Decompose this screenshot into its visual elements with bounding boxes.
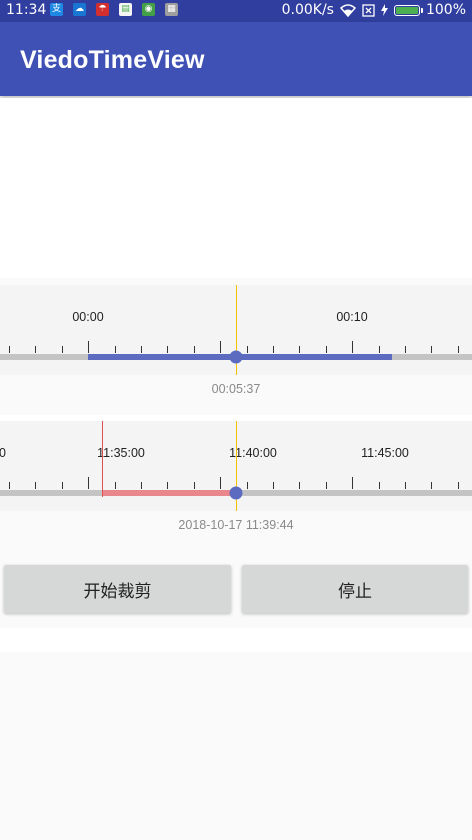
tick-mark	[431, 346, 433, 353]
charging-icon	[380, 4, 388, 16]
battery-icon	[393, 4, 423, 16]
tick-mark	[220, 477, 222, 489]
tick-mark	[193, 482, 195, 489]
tick-mark	[9, 482, 10, 489]
tick-mark	[273, 482, 274, 489]
tick-mark	[9, 346, 10, 353]
tick-mark	[457, 482, 459, 489]
tick-mark	[61, 482, 63, 489]
tick-mark	[405, 346, 406, 353]
preview-area	[0, 98, 472, 278]
battery-percent: 100%	[425, 2, 466, 18]
calendar-icon: ▦	[165, 3, 178, 16]
tick-mark	[246, 346, 248, 353]
tick-mark	[299, 482, 301, 489]
tick-mark	[457, 346, 459, 353]
notification-icons: 支 ☁ ☂ ▤ ◉ ▦	[50, 3, 178, 16]
tick-mark	[220, 341, 222, 353]
tick-label: 11:45:00	[361, 446, 409, 460]
wifi-icon	[339, 3, 356, 17]
tick-label: 00:10	[336, 310, 368, 324]
tick-label: 00	[0, 446, 6, 460]
status-bar: 11:34 支 ☁ ☂ ▤ ◉ ▦ 0.00K/s 100%	[0, 0, 472, 22]
umbrella-icon: ☂	[96, 3, 109, 16]
tick-mark	[378, 482, 380, 489]
tick-mark	[325, 482, 327, 489]
tick-mark	[325, 346, 327, 353]
tick-mark	[88, 477, 90, 489]
tick-mark	[114, 482, 116, 489]
video-time-ruler[interactable]: 00:00 00:10 00:05:37	[0, 285, 472, 415]
app-bar: ViedoTimeView	[0, 22, 472, 96]
tick-mark	[167, 482, 169, 489]
alipay-icon: 支	[50, 3, 63, 16]
tick-label: 11:35:00	[97, 446, 145, 460]
selected-range-bar	[102, 490, 236, 496]
tick-mark	[61, 346, 63, 353]
tick-mark	[299, 346, 301, 353]
playhead-thumb[interactable]	[229, 486, 243, 500]
tick-mark	[167, 346, 169, 353]
document-icon: ▤	[119, 3, 132, 16]
app-title: ViedoTimeView	[20, 46, 205, 74]
tick-mark	[35, 482, 37, 489]
tick-mark	[193, 346, 195, 353]
current-datetime-readout: 2018-10-17 11:39:44	[178, 518, 294, 532]
tick-mark	[35, 346, 37, 353]
tick-mark	[378, 346, 380, 353]
tick-mark	[352, 341, 354, 353]
clock-time-ruler[interactable]: 00 11:35:00 11:40:00 11:45:00 2018-10-17…	[0, 421, 472, 551]
start-crop-button[interactable]: 开始裁剪	[4, 565, 231, 613]
tick-mark	[114, 346, 116, 353]
current-time-readout: 00:05:37	[211, 382, 261, 396]
tick-mark	[273, 346, 274, 353]
tick-mark	[352, 477, 354, 489]
status-right: 0.00K/s 100%	[282, 2, 466, 18]
tick-mark	[141, 346, 142, 353]
playhead-thumb[interactable]	[229, 350, 243, 364]
tick-mark	[405, 482, 406, 489]
status-time: 11:34	[6, 2, 47, 18]
net-speed: 0.00K/s	[281, 2, 334, 18]
tick-mark	[141, 482, 142, 489]
android-icon: ◉	[142, 3, 155, 16]
cloud-icon: ☁	[73, 3, 86, 16]
tick-mark	[431, 482, 433, 489]
tick-label: 00:00	[72, 310, 104, 324]
tick-mark	[246, 482, 248, 489]
stop-button[interactable]: 停止	[242, 565, 468, 613]
tick-mark	[88, 341, 90, 353]
no-sim-icon	[362, 3, 375, 17]
start-marker-line	[102, 421, 103, 497]
